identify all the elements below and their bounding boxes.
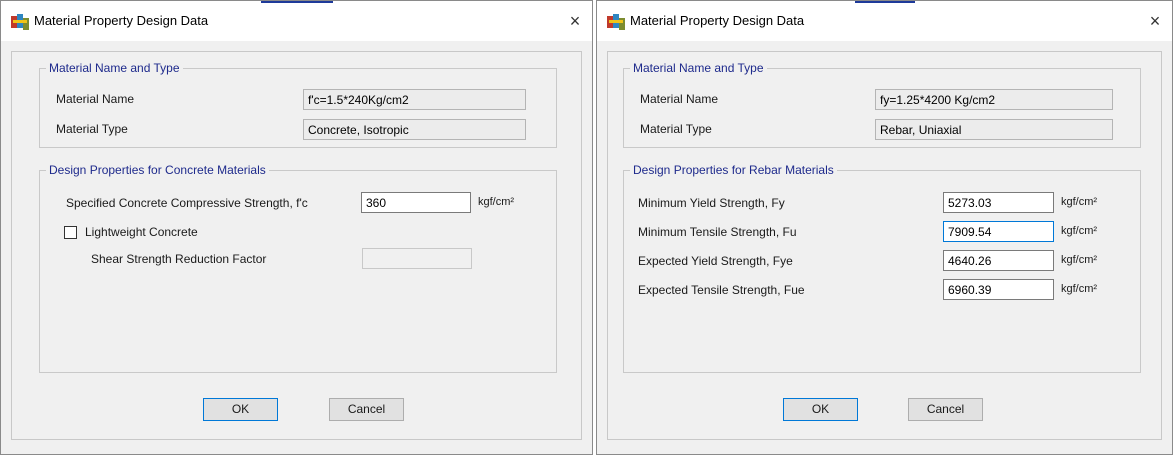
title-accent — [261, 1, 333, 3]
fy-label: Minimum Yield Strength, Fy — [638, 196, 785, 210]
group-legend: Material Name and Type — [630, 61, 767, 75]
material-name-field: f'c=1.5*240Kg/cm2 — [303, 89, 526, 110]
fue-unit: kgf/cm² — [1061, 283, 1098, 295]
app-icon — [607, 14, 625, 30]
fc-unit: kgf/cm² — [478, 196, 515, 208]
fue-input[interactable]: 6960.39 — [943, 279, 1054, 300]
title-accent — [855, 1, 915, 3]
fye-label: Expected Yield Strength, Fye — [638, 254, 793, 268]
dialog-title: Material Property Design Data — [630, 13, 805, 28]
shear-label: Shear Strength Reduction Factor — [91, 252, 267, 266]
group-legend: Material Name and Type — [46, 61, 183, 75]
material-type-field: Concrete, Isotropic — [303, 119, 526, 140]
dialog-panel: Material Name and Type Material Name fy=… — [607, 51, 1162, 440]
ok-button[interactable]: OK — [783, 398, 858, 421]
fu-unit: kgf/cm² — [1061, 225, 1098, 237]
material-name-label: Material Name — [56, 92, 135, 106]
fu-input[interactable]: 7909.54 — [943, 221, 1054, 242]
dialog-concrete: Material Property Design Data × Material… — [0, 0, 593, 455]
cancel-button[interactable]: Cancel — [329, 398, 404, 421]
title-bar: Material Property Design Data × — [597, 1, 1172, 41]
material-type-field: Rebar, Uniaxial — [875, 119, 1113, 140]
material-name-label: Material Name — [640, 92, 719, 106]
close-icon[interactable]: × — [564, 9, 586, 33]
close-icon[interactable]: × — [1144, 9, 1166, 33]
material-type-label: Material Type — [56, 122, 128, 136]
dialog-rebar: Material Property Design Data × Material… — [596, 0, 1173, 455]
fc-input[interactable]: 360 — [361, 192, 471, 213]
group-material-name-type: Material Name and Type Material Name f'c… — [39, 61, 557, 148]
checkbox-icon[interactable] — [64, 226, 77, 239]
fc-label: Specified Concrete Compressive Strength,… — [66, 196, 308, 210]
material-type-label: Material Type — [640, 122, 712, 136]
dialog-panel: Material Name and Type Material Name f'c… — [11, 51, 582, 440]
ok-button[interactable]: OK — [203, 398, 278, 421]
group-design-properties: Design Properties for Rebar Materials Mi… — [623, 163, 1141, 373]
group-design-properties: Design Properties for Concrete Materials… — [39, 163, 557, 373]
fye-input[interactable]: 4640.26 — [943, 250, 1054, 271]
material-name-field: fy=1.25*4200 Kg/cm2 — [875, 89, 1113, 110]
app-icon — [11, 14, 29, 30]
group-material-name-type: Material Name and Type Material Name fy=… — [623, 61, 1141, 148]
title-bar: Material Property Design Data × — [1, 1, 592, 41]
group-legend: Design Properties for Rebar Materials — [630, 163, 837, 177]
fy-input[interactable]: 5273.03 — [943, 192, 1054, 213]
fu-label: Minimum Tensile Strength, Fu — [638, 225, 797, 239]
fye-unit: kgf/cm² — [1061, 254, 1098, 266]
dialog-title: Material Property Design Data — [34, 13, 209, 28]
fy-unit: kgf/cm² — [1061, 196, 1098, 208]
lightweight-label: Lightweight Concrete — [85, 225, 198, 239]
cancel-button[interactable]: Cancel — [908, 398, 983, 421]
fue-label: Expected Tensile Strength, Fue — [638, 283, 805, 297]
group-legend: Design Properties for Concrete Materials — [46, 163, 269, 177]
shear-input — [362, 248, 472, 269]
